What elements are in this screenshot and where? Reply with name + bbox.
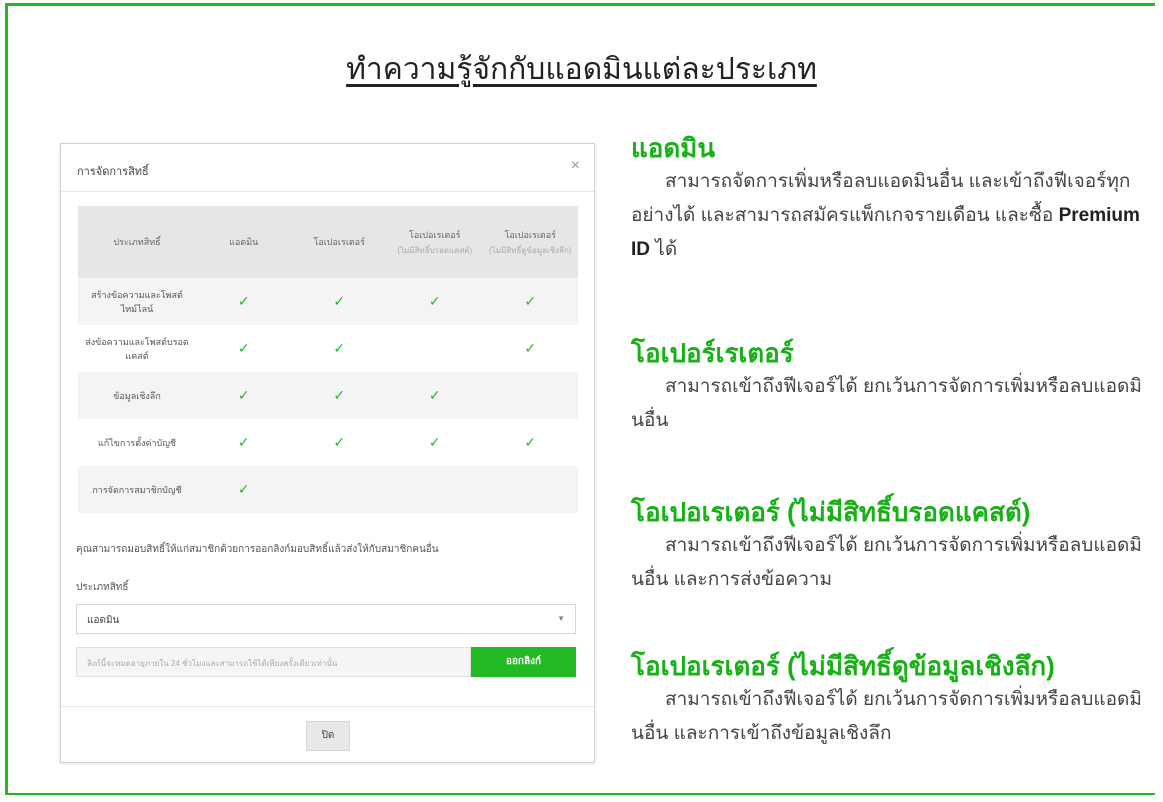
check-icon: ✓ <box>524 434 537 450</box>
chevron-down-icon: ▼ <box>557 614 565 623</box>
check-icon: ✓ <box>524 340 537 356</box>
permission-cell <box>482 372 578 419</box>
role-operator-no-insights: โอเปอเรเตอร์ (ไม่มีสิทธิ์ดูข้อมูลเชิงลึก… <box>631 652 1151 751</box>
close-icon[interactable]: × <box>571 158 580 174</box>
check-icon: ✓ <box>237 434 250 450</box>
modal-footer: ปิด <box>61 706 594 764</box>
permission-type-select[interactable]: แอดมิน ▼ <box>76 604 576 634</box>
check-icon: ✓ <box>428 387 441 403</box>
permission-cell: ✓ <box>387 419 483 466</box>
role-admin: แอดมิน สามารถจัดการเพิ่มหรือลบแอดมินอื่น… <box>631 134 1151 267</box>
permission-cell <box>482 466 578 513</box>
invite-description: คุณสามารถมอบสิทธิ์ให้แก่สมาชิกด้วยการออก… <box>76 544 439 555</box>
permission-cell <box>387 466 483 513</box>
permission-cell: ✓ <box>482 278 578 325</box>
permission-cell: ✓ <box>196 419 292 466</box>
role-title: โอเปอร์เรเตอร์ <box>631 338 794 368</box>
permission-cell <box>387 325 483 372</box>
column-header: โอเปอเรเตอร์ <box>291 206 387 278</box>
check-icon: ✓ <box>237 481 250 497</box>
permission-modal: การจัดการสิทธิ์ × ประเภทสิทธิ์ แอดมิน โอ… <box>60 143 595 763</box>
permission-cell: ✓ <box>196 466 292 513</box>
check-icon: ✓ <box>333 387 346 403</box>
permission-cell: ✓ <box>291 372 387 419</box>
role-description: สามารถจัดการเพิ่มหรือลบแอดมินอื่น และเข้… <box>631 170 1140 260</box>
check-icon: ✓ <box>524 293 537 309</box>
permission-cell: ✓ <box>196 372 292 419</box>
role-operator: โอเปอร์เรเตอร์ สามารถเข้าถึงฟีเจอร์ได้ ย… <box>631 339 1151 438</box>
column-header: แอดมิน <box>196 206 292 278</box>
column-header: โอเปอเรเตอร์ (ไม่มีสิทธิ์ดูข้อมูลเชิงลึก) <box>482 206 578 278</box>
select-value: แอดมิน <box>87 615 120 626</box>
check-icon: ✓ <box>333 434 346 450</box>
permission-label: สร้างข้อความและโพสต์ไทม์ไลน์ <box>78 278 196 325</box>
column-header: โอเปอเรเตอร์ (ไม่มีสิทธิ์บรอดแคสต์) <box>387 206 483 278</box>
column-header: ประเภทสิทธิ์ <box>78 206 196 278</box>
check-icon: ✓ <box>428 293 441 309</box>
role-description: สามารถเข้าถึงฟีเจอร์ได้ ยกเว้นการจัดการเ… <box>631 534 1142 590</box>
check-icon: ✓ <box>428 434 441 450</box>
role-title: โอเปอเรเตอร์ (ไม่มีสิทธิ์ดูข้อมูลเชิงลึก… <box>631 651 1055 681</box>
table-row: แก้ไขการตั้งค่าบัญชี ✓ ✓ ✓ ✓ <box>78 419 578 466</box>
permission-label: ข้อมูลเชิงลึก <box>78 372 196 419</box>
table-row: ข้อมูลเชิงลึก ✓ ✓ ✓ <box>78 372 578 419</box>
check-icon: ✓ <box>237 293 250 309</box>
permission-cell: ✓ <box>292 325 388 372</box>
permission-cell: ✓ <box>292 419 388 466</box>
permission-cell: ✓ <box>387 278 483 325</box>
table-row: การจัดการสมาชิกบัญชี ✓ <box>78 466 578 513</box>
permission-label: ส่งข้อความและโพสต์บรอดแคสต์ <box>85 336 189 361</box>
table-header-row: ประเภทสิทธิ์ แอดมิน โอเปอเรเตอร์ โอเปอเร… <box>78 206 578 278</box>
role-title: แอดมิน <box>631 133 716 163</box>
permission-cell: ✓ <box>387 372 483 419</box>
permission-cell: ✓ <box>196 325 292 372</box>
issue-link-button[interactable]: ออกลิงก์ <box>471 647 576 677</box>
role-description: สามารถเข้าถึงฟีเจอร์ได้ ยกเว้นการจัดการเ… <box>631 688 1142 744</box>
table-row: สร้างข้อความและโพสต์ไทม์ไลน์ ✓ ✓ ✓ ✓ <box>78 278 578 325</box>
permission-cell: ✓ <box>196 278 292 325</box>
modal-header: การจัดการสิทธิ์ × <box>61 144 594 192</box>
role-description: สามารถเข้าถึงฟีเจอร์ได้ ยกเว้นการจัดการเ… <box>631 375 1142 431</box>
check-icon: ✓ <box>237 387 250 403</box>
permission-cell: ✓ <box>483 419 579 466</box>
page-frame: ทำความรู้จักกับแอดมินแต่ละประเภท การจัดก… <box>5 3 1155 795</box>
invite-link-field[interactable]: ลิงก์นี้จะหมดอายุภายใน 24 ชั่วโมงและสามา… <box>76 647 471 677</box>
permission-label: แก้ไขการตั้งค่าบัญชี <box>97 437 177 448</box>
permission-table: ประเภทสิทธิ์ แอดมิน โอเปอเรเตอร์ โอเปอเร… <box>78 206 578 513</box>
check-icon: ✓ <box>237 340 250 356</box>
role-operator-no-broadcast: โอเปอเรเตอร์ (ไม่มีสิทธิ์บรอดแคสต์) สามา… <box>631 498 1151 597</box>
page-title: ทำความรู้จักกับแอดมินแต่ละประเภท <box>346 53 817 86</box>
permission-cell: ✓ <box>483 325 579 372</box>
check-icon: ✓ <box>333 340 346 356</box>
permission-cell: ✓ <box>291 278 387 325</box>
modal-title: การจัดการสิทธิ์ <box>77 166 149 178</box>
permission-label: การจัดการสมาชิกบัญชี <box>78 466 196 513</box>
permission-cell <box>291 466 387 513</box>
table-row: ส่งข้อความและโพสต์บรอดแคสต์ ✓ ✓ ✓ <box>78 325 578 372</box>
permission-type-label: ประเภทสิทธิ์ <box>76 582 129 593</box>
check-icon: ✓ <box>333 293 346 309</box>
role-title: โอเปอเรเตอร์ (ไม่มีสิทธิ์บรอดแคสต์) <box>631 497 1031 527</box>
close-button[interactable]: ปิด <box>306 721 350 751</box>
